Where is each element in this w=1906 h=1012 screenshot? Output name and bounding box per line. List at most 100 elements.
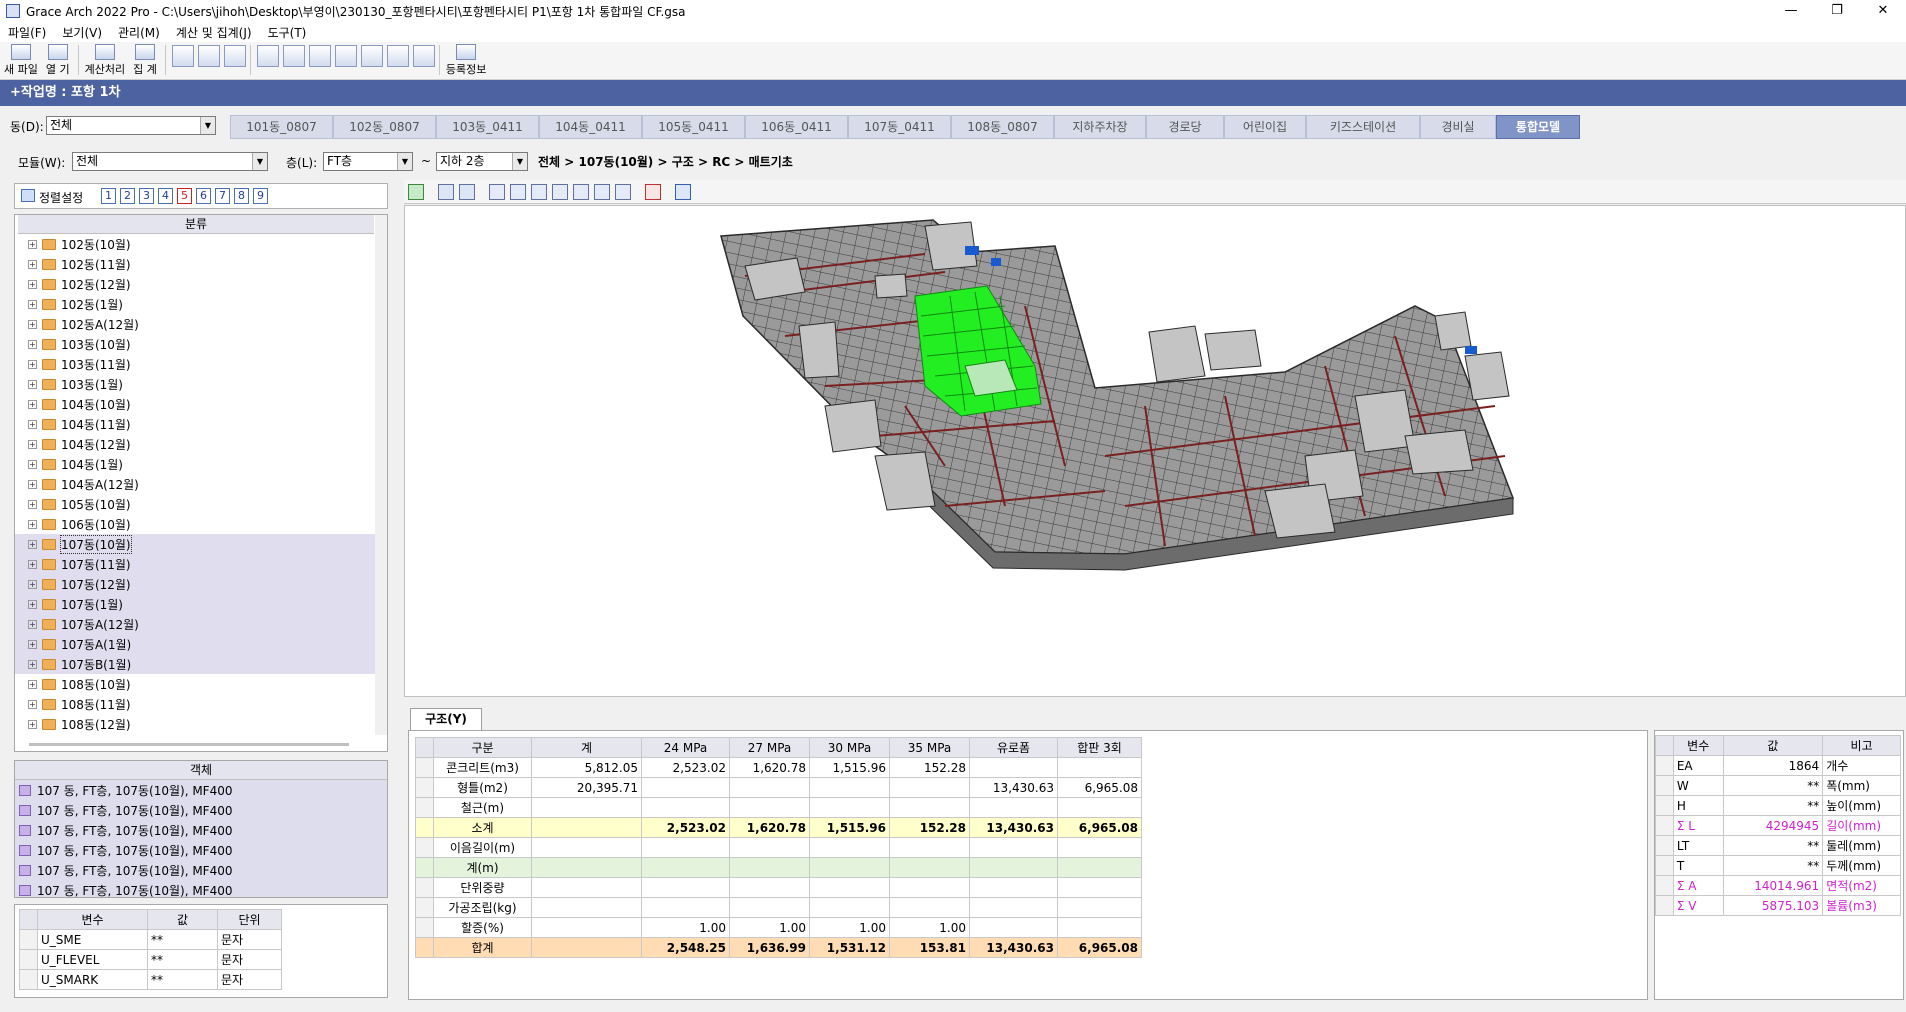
new-file-button[interactable]: 새 파일 (4, 44, 38, 79)
tree-item[interactable]: +107동B(1월) (15, 654, 387, 674)
tab-107[interactable]: 107동_0411 (848, 115, 951, 139)
quantity-row[interactable]: 할증(%) 1.00 1.00 1.00 1.00 (415, 917, 1142, 938)
print-icon[interactable] (223, 45, 246, 67)
refresh-view-icon[interactable] (408, 183, 424, 200)
tab-guard-room[interactable]: 경비실 (1420, 115, 1496, 139)
tab-parking[interactable]: 지하주차장 (1054, 115, 1146, 139)
sort-level-8[interactable]: 8 (234, 188, 249, 204)
quantity-row[interactable]: 소계 2,523.02 1,620.78 1,515.96 152.28 13,430.6… (415, 817, 1142, 838)
chevron-down-icon[interactable]: ▼ (397, 153, 412, 170)
report-icon-3[interactable] (308, 45, 331, 67)
variable-row[interactable]: U_SME ** 문자 (19, 929, 282, 950)
sort-level-4[interactable]: 4 (158, 188, 173, 204)
tree-item[interactable]: +106동(10월) (15, 514, 387, 534)
expand-icon[interactable]: + (28, 439, 37, 449)
sort-level-3[interactable]: 3 (139, 188, 154, 204)
object-row[interactable]: 107 동, FT층, 107동(10월), MF400 (15, 780, 387, 800)
register-info-button[interactable]: 등록정보 (446, 44, 486, 79)
menu-manage[interactable]: 관리(M) (110, 24, 168, 41)
close-button[interactable]: ✕ (1860, 0, 1906, 22)
variable-row[interactable]: U_FLEVEL ** 문자 (19, 949, 282, 970)
tree-item[interactable]: +108동(11월) (15, 694, 387, 714)
expand-icon[interactable]: + (28, 619, 37, 629)
sort-level-5[interactable]: 5 (177, 188, 192, 204)
tree-item[interactable]: +107동(11월) (15, 554, 387, 574)
minimize-button[interactable]: — (1768, 0, 1814, 22)
tab-daycare[interactable]: 어린이집 (1224, 115, 1306, 139)
object-row[interactable]: 107 동, FT층, 107동(10월), MF400 (15, 840, 387, 860)
object-row[interactable]: 107 동, FT층, 107동(10월), MF400 (15, 860, 387, 880)
variable-row[interactable]: U_SMARK ** 문자 (19, 969, 282, 990)
object-row[interactable]: 107 동, FT층, 107동(10월), MF400 (15, 800, 387, 820)
cube-top-icon[interactable] (573, 183, 589, 200)
sort-settings-button[interactable]: 정렬설정 (39, 189, 83, 206)
property-row[interactable]: H ** 높이(mm) (1655, 795, 1901, 816)
expand-icon[interactable]: + (28, 459, 37, 469)
cube-persp-icon[interactable] (615, 183, 631, 200)
cube-right-icon[interactable] (552, 183, 568, 200)
property-row[interactable]: LT ** 둘레(mm) (1655, 835, 1901, 856)
report-icon-5[interactable] (386, 45, 409, 67)
tree-item[interactable]: +107동A(12월) (15, 614, 387, 634)
cube-iso-icon[interactable] (594, 183, 610, 200)
list-icon[interactable] (645, 183, 661, 200)
tree-item[interactable]: +102동(1월) (15, 294, 387, 314)
tab-senior-center[interactable]: 경로당 (1146, 115, 1224, 139)
expand-icon[interactable]: + (28, 699, 37, 709)
expand-icon[interactable]: + (28, 419, 37, 429)
expand-icon[interactable]: + (28, 499, 37, 509)
quantity-row[interactable]: 철근(m) (415, 797, 1142, 818)
tree-item[interactable]: +105동(10월) (15, 494, 387, 514)
tree-item[interactable]: +107동A(1월) (15, 634, 387, 654)
calc-button[interactable]: 계산처리 (85, 44, 125, 79)
module-select[interactable]: 전체 ▼ (72, 152, 268, 171)
tab-104[interactable]: 104동_0411 (539, 115, 642, 139)
expand-icon[interactable]: + (28, 539, 37, 549)
quantity-row[interactable]: 가공조립(kg) (415, 897, 1142, 918)
report-icon-4[interactable] (334, 45, 357, 67)
expand-icon[interactable]: + (28, 319, 37, 329)
dialog-icon[interactable] (412, 45, 435, 67)
tab-105[interactable]: 105동_0411 (642, 115, 745, 139)
expand-icon[interactable]: + (28, 359, 37, 369)
sort-level-2[interactable]: 2 (120, 188, 135, 204)
floor-from-select[interactable]: FT층 ▼ (323, 152, 413, 171)
expand-icon[interactable]: + (28, 339, 37, 349)
property-row[interactable]: Σ A 14014.961 면적(m2) (1655, 875, 1901, 896)
tree-item[interactable]: +104동(12월) (15, 434, 387, 454)
tree-item[interactable]: +103동(1월) (15, 374, 387, 394)
tab-101[interactable]: 101동_0807 (230, 115, 333, 139)
tree-item[interactable]: +108동(10월) (15, 674, 387, 694)
terrain-icon[interactable] (675, 183, 691, 200)
quantity-row[interactable]: 합계 2,548.25 1,636.99 1,531.12 153.81 13,430.6… (415, 937, 1142, 958)
zoom-icon[interactable] (197, 45, 220, 67)
view-option-icon-1[interactable] (438, 183, 454, 200)
tree-item[interactable]: +104동(1월) (15, 454, 387, 474)
sort-level-6[interactable]: 6 (196, 188, 211, 204)
expand-icon[interactable]: + (28, 479, 37, 489)
maximize-button[interactable]: ❐ (1814, 0, 1860, 22)
expand-icon[interactable]: + (28, 719, 37, 729)
tree-item[interactable]: +102동(10월) (15, 234, 387, 254)
quantity-row[interactable]: 형틀(m2) 20,395.71 13,430.63 6,965.08 (415, 777, 1142, 798)
tree-item[interactable]: +107동(1월) (15, 594, 387, 614)
search-icon[interactable] (171, 45, 194, 67)
cube-front-icon[interactable] (489, 183, 505, 200)
property-row[interactable]: EA 1864 개수 (1655, 755, 1901, 776)
tab-kids-station[interactable]: 키즈스테이션 (1306, 115, 1420, 139)
tab-structure[interactable]: 구조(Y) (410, 708, 482, 730)
expand-icon[interactable]: + (28, 599, 37, 609)
expand-icon[interactable]: + (28, 659, 37, 669)
menu-tools[interactable]: 도구(T) (260, 24, 315, 41)
expand-icon[interactable]: + (28, 399, 37, 409)
tree-item[interactable]: +103동(11월) (15, 354, 387, 374)
object-row[interactable]: 107 동, FT층, 107동(10월), MF400 (15, 880, 387, 897)
expand-icon[interactable]: + (28, 579, 37, 589)
tree-item[interactable]: +102동(11월) (15, 254, 387, 274)
view-option-icon-2[interactable] (459, 183, 475, 200)
sort-level-9[interactable]: 9 (253, 188, 268, 204)
expand-icon[interactable]: + (28, 559, 37, 569)
menu-file[interactable]: 파일(F) (0, 24, 54, 41)
property-row[interactable]: Σ L 4294945 길이(mm) (1655, 815, 1901, 836)
quantity-row[interactable]: 단위중량 (415, 877, 1142, 898)
